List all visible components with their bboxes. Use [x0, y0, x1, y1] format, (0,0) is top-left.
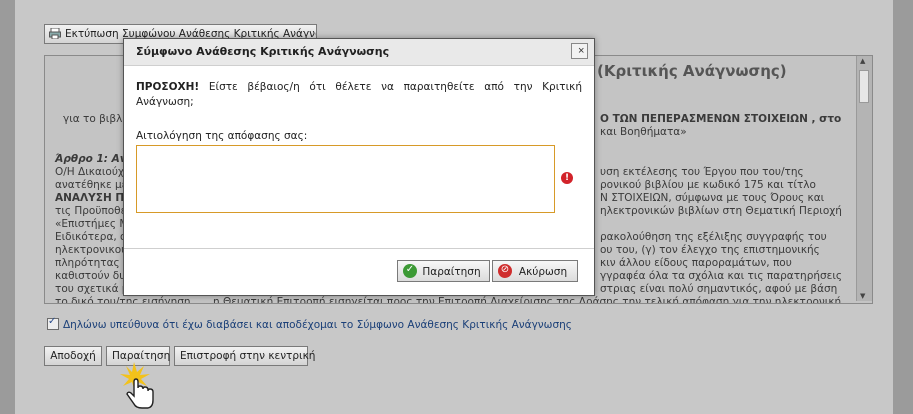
dialog-title: Σύμφωνο Ανάθεσης Κριτικής Ανάγνωσης — [136, 45, 390, 58]
error-icon: ! — [561, 172, 573, 184]
agree-checkbox[interactable] — [47, 316, 59, 330]
doc-line: πληρότητας κ — [55, 257, 130, 269]
doc-line: υση εκτέλεσης του Έργου που του/της — [600, 166, 804, 178]
printer-icon — [49, 28, 61, 39]
doc-line: ανατέθηκε με — [55, 179, 128, 191]
doc-line: ου του, (γ) τον έλεγχο της επιστημονικής — [600, 244, 820, 256]
doc-line: ρακολούθηση της εξέλιξης συγγραφής του — [600, 231, 827, 243]
close-icon: × — [578, 45, 585, 57]
doc-line: το δικό του/της εισήγηση — [55, 296, 191, 304]
doc-line: Ειδικότερα, ο — [55, 231, 127, 243]
doc-line: η Θεματική Επιτροπή εισηγείται προς την … — [213, 296, 842, 304]
reason-label: Αιτιολόγηση της απόφασης σας: — [136, 130, 308, 142]
dialog-close-button[interactable]: × — [571, 43, 588, 59]
doc-line: Ο/Η Δικαιούχ — [55, 166, 124, 178]
doc-line: Ν ΣΤΟΙΧΕΙΩΝ, σύμφωνα με τους Όρους και — [600, 192, 825, 204]
dialog-divider — [124, 248, 594, 249]
accept-button[interactable]: Αποδοχή — [44, 346, 102, 366]
doc-line: στριας είναι πολύ σημαντικός, αφού με βά… — [600, 283, 838, 295]
confirm-resign-label: Παραίτηση — [422, 266, 481, 278]
doc-line: και Βοηθήματα» — [600, 126, 687, 138]
confirm-resign-button[interactable]: ✓ Παραίτηση — [397, 260, 490, 282]
doc-line: κιν άλλου είδους παροραμάτων, που — [600, 257, 792, 269]
doc-line: «Επιστήμες Μ — [55, 218, 129, 230]
agree-label: Δηλώνω υπεύθυνα ότι έχω διαβάσει και απο… — [63, 319, 572, 331]
cancel-icon: ⊘ — [498, 264, 512, 278]
warning-prefix: ΠΡΟΣΟΧΗ! — [136, 81, 200, 93]
doc-line: Άρθρο 1: Αν — [55, 153, 127, 165]
doc-line: τις Προϋποθέ — [55, 205, 127, 217]
doc-line: γγραφέα όλα τα σχόλια και τις παρατηρήσε… — [600, 270, 843, 282]
agree-row: Δηλώνω υπεύθυνα ότι έχω διαβάσει και απο… — [47, 316, 572, 331]
hand-cursor-icon — [120, 362, 154, 409]
document-title: (Κριτικής Ανάγνωσης) — [597, 62, 787, 80]
doc-line: του σχετικά μ — [55, 283, 129, 295]
resign-dialog: Σύμφωνο Ανάθεσης Κριτικής Ανάγνωσης × ΠΡ… — [123, 38, 595, 296]
doc-line: ηλεκτρονικού — [55, 244, 128, 256]
dialog-header: Σύμφωνο Ανάθεσης Κριτικής Ανάγνωσης × — [124, 39, 594, 66]
warning-text: Είστε βέβαιος/η ότι θέλετε να παραιτηθεί… — [136, 81, 582, 108]
doc-line: Ο ΤΩΝ ΠΕΠΕΡΑΣΜΕΝΩΝ ΣΤΟΙΧΕΙΩΝ , στο — [600, 113, 842, 125]
doc-line: καθιστούν δυ — [55, 270, 126, 282]
document-scrollbar[interactable]: ▲ ▼ — [856, 56, 872, 301]
doc-line: ΑΝΑΛΥΣΗ ΠΙ — [55, 192, 129, 204]
warning-message: ΠΡΟΣΟΧΗ! Είστε βέβαιος/η ότι θέλετε να π… — [136, 80, 582, 110]
doc-line: ηλεκτρονικών βιβλίων στη Θεματική Περιοχ… — [600, 205, 842, 217]
cancel-label: Ακύρωση — [518, 266, 568, 278]
check-icon: ✓ — [403, 264, 417, 278]
scrollbar-thumb[interactable] — [859, 70, 869, 103]
home-button[interactable]: Επιστροφή στην κεντρική — [174, 346, 315, 366]
doc-line: ρονικού βιβλίου με κωδικό 175 και τίτλο — [600, 179, 816, 191]
cancel-button[interactable]: ⊘ Ακύρωση — [492, 260, 578, 282]
scroll-up-icon[interactable]: ▲ — [860, 57, 865, 65]
scroll-down-icon[interactable]: ▼ — [860, 292, 865, 300]
reason-textarea[interactable] — [136, 145, 555, 213]
doc-line: για το βιβλ — [63, 113, 123, 125]
